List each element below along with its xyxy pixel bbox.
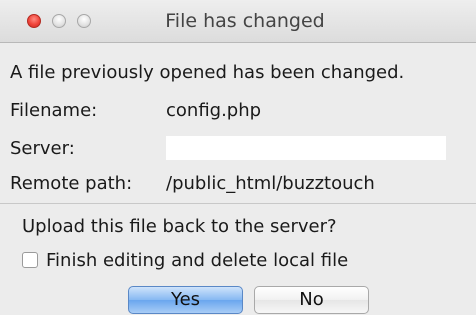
zoom-window-icon[interactable] <box>77 14 91 28</box>
filename-label: Filename: <box>10 100 98 121</box>
minimize-window-icon[interactable] <box>52 14 66 28</box>
finish-editing-label[interactable]: Finish editing and delete local file <box>46 250 348 271</box>
title-bar[interactable]: File has changed <box>0 0 476 43</box>
no-button[interactable]: No <box>254 286 369 314</box>
yes-button[interactable]: Yes <box>128 286 243 314</box>
divider <box>0 203 476 204</box>
remote-path-label: Remote path: <box>10 173 133 194</box>
filename-value: config.php <box>166 100 262 121</box>
close-window-icon[interactable] <box>27 14 41 28</box>
file-changed-dialog: File has changed A file previously opene… <box>0 0 476 315</box>
finish-editing-checkbox[interactable] <box>22 252 38 268</box>
window-title: File has changed <box>165 10 325 32</box>
change-message: A file previously opened has been change… <box>10 62 405 83</box>
remote-path-value: /public_html/buzztouch <box>166 173 375 194</box>
upload-question: Upload this file back to the server? <box>22 216 337 237</box>
server-label: Server: <box>10 138 75 159</box>
server-field[interactable] <box>166 136 446 160</box>
